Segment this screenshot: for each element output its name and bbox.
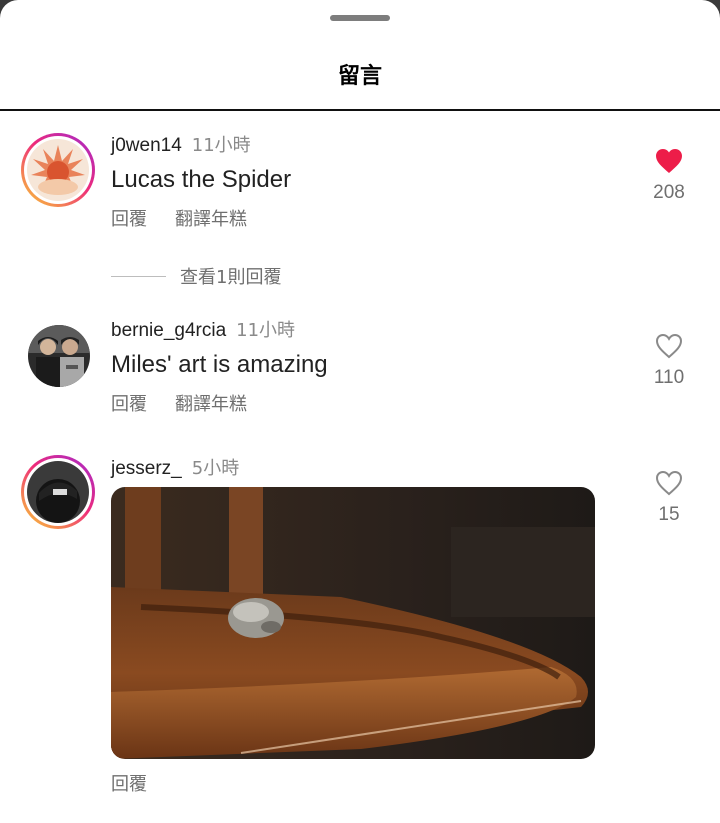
reply-button[interactable]: 回覆 — [111, 209, 147, 230]
comment-actions: 回覆 — [111, 770, 147, 796]
like-control[interactable]: 208 — [640, 148, 698, 204]
timestamp: 11小時 — [191, 135, 251, 156]
avatar-image — [27, 139, 89, 201]
like-control[interactable]: 110 — [640, 333, 698, 389]
translate-button[interactable]: 翻譯年糕 — [175, 394, 247, 415]
heart-filled-icon[interactable] — [655, 148, 683, 174]
gif-image-content — [111, 487, 595, 759]
sheet-title: 留言 — [337, 64, 382, 89]
comment-text: Lucas the Spider — [111, 166, 292, 193]
view-replies-label[interactable]: 查看1則回覆 — [180, 267, 281, 288]
avatar[interactable] — [28, 325, 90, 387]
header-divider — [0, 109, 720, 111]
avatar-image — [28, 325, 90, 387]
heart-outline-icon[interactable] — [655, 470, 683, 496]
like-count: 15 — [658, 504, 680, 525]
heart-outline-icon[interactable] — [655, 333, 683, 359]
timestamp: 5小時 — [191, 458, 240, 479]
like-control[interactable]: 15 — [640, 470, 698, 526]
reply-button[interactable]: 回覆 — [111, 774, 147, 795]
avatar[interactable] — [21, 133, 95, 207]
username[interactable]: bernie_g4rcia — [111, 320, 226, 341]
username[interactable]: jesserz_ — [111, 458, 182, 479]
comment-meta: jesserz_ 5小時 — [111, 454, 239, 480]
avatar[interactable] — [21, 455, 95, 529]
like-count: 208 — [653, 182, 685, 203]
username[interactable]: j0wen14 — [111, 135, 182, 156]
comment-meta: j0wen14 11小時 — [111, 131, 251, 157]
comment-meta: bernie_g4rcia 11小時 — [111, 316, 295, 342]
reply-button[interactable]: 回覆 — [111, 394, 147, 415]
gif-image[interactable] — [111, 487, 595, 759]
like-count: 110 — [653, 367, 685, 388]
translate-button[interactable]: 翻譯年糕 — [175, 209, 247, 230]
avatar-image — [27, 461, 89, 523]
drag-handle[interactable] — [330, 15, 390, 21]
comments-sheet: 留言 j0wen1411小時 Lucas the Spider 回覆翻譯年糕 — [0, 0, 720, 823]
view-replies-button[interactable]: 查看1則回覆 — [111, 263, 281, 288]
replies-divider-line — [111, 275, 166, 277]
comment-actions: 回覆 翻譯年糕 — [111, 205, 247, 231]
comment-actions: 回覆 翻譯年糕 — [111, 390, 247, 416]
timestamp: 11小時 — [236, 320, 296, 341]
comment-text: Miles' art is amazing — [111, 351, 328, 378]
